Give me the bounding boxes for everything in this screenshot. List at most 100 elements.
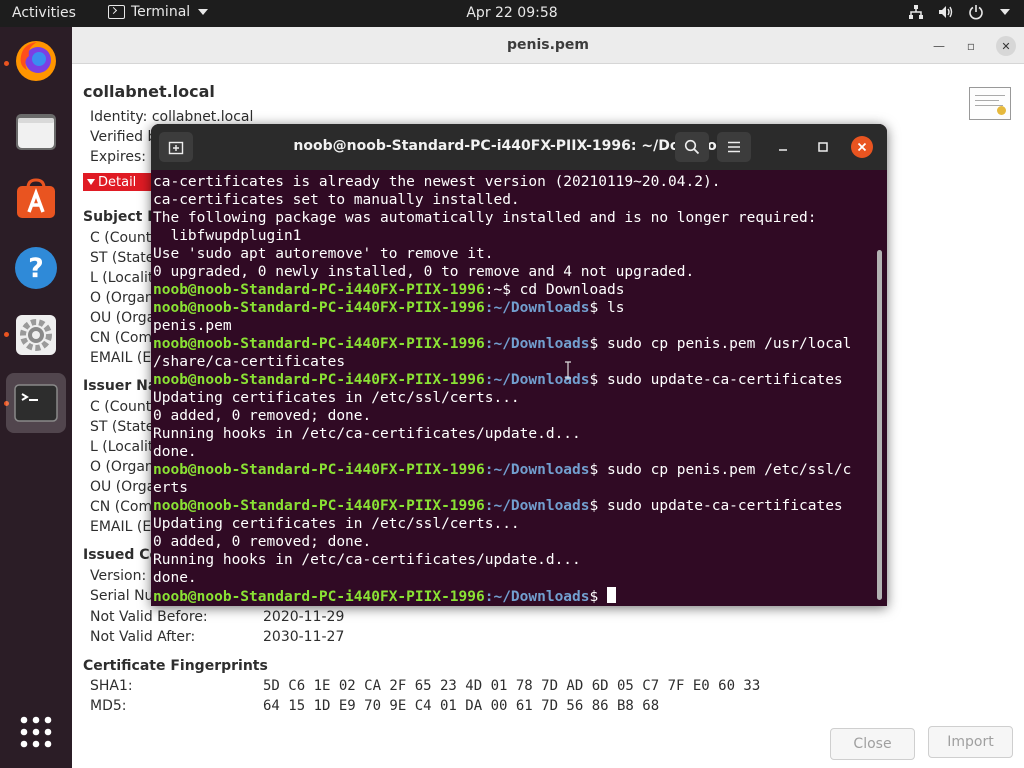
activities-button[interactable]: Activities bbox=[12, 5, 76, 21]
maximize-icon bbox=[818, 142, 828, 152]
scrollbar[interactable] bbox=[877, 250, 882, 600]
dock: ? bbox=[0, 27, 72, 768]
dock-files[interactable] bbox=[6, 101, 66, 161]
terminal-line: noob@noob-Standard-PC-i440FX-PIIX-1996:~… bbox=[153, 497, 875, 515]
subject-name-heading: Subject N bbox=[83, 209, 159, 225]
verified-by-label: Verified b bbox=[90, 129, 157, 145]
prompt-path: :~/Downloads bbox=[484, 336, 590, 352]
fingerprints-heading: Certificate Fingerprints bbox=[83, 658, 268, 674]
terminal-line: 0 upgraded, 0 newly installed, 0 to remo… bbox=[153, 264, 695, 280]
app-menu-label: Terminal bbox=[131, 4, 191, 20]
system-tray[interactable] bbox=[908, 4, 1010, 20]
prompt-user-host: noob@noob-Standard-PC-i440FX-PIIX-1996 bbox=[153, 282, 485, 298]
dock-terminal[interactable] bbox=[6, 373, 66, 433]
menu-button[interactable] bbox=[717, 132, 751, 162]
maximize-button[interactable] bbox=[806, 132, 840, 162]
command-text: sudo cp penis.pem /usr/local bbox=[598, 336, 852, 352]
new-tab-icon bbox=[168, 141, 184, 155]
close-icon bbox=[857, 142, 867, 152]
close-button[interactable] bbox=[851, 136, 873, 158]
window-title: penis.pem bbox=[506, 37, 590, 53]
chevron-down-icon[interactable] bbox=[1000, 9, 1010, 15]
terminal-line: ca-certificates set to manually installe… bbox=[153, 192, 520, 208]
prompt-user-host: noob@noob-Standard-PC-i440FX-PIIX-1996 bbox=[153, 336, 485, 352]
terminal-line: libfwupdplugin1 bbox=[153, 228, 302, 244]
terminal-output[interactable]: ca-certificates is already the newest ve… bbox=[153, 173, 875, 603]
sha1-label: SHA1: bbox=[90, 678, 133, 694]
md5-label: MD5: bbox=[90, 698, 127, 714]
show-apps-button[interactable] bbox=[6, 702, 66, 762]
triangle-down-icon bbox=[87, 179, 95, 185]
certificate-name: collabnet.local bbox=[83, 82, 215, 101]
terminal-line: 0 added, 0 removed; done. bbox=[153, 408, 372, 424]
terminal-window[interactable]: noob@noob-Standard-PC-i440FX-PIIX-1996: … bbox=[151, 124, 887, 606]
prompt-path: :~/Downloads bbox=[484, 300, 590, 316]
help-icon: ? bbox=[15, 247, 57, 289]
terminal-line: noob@noob-Standard-PC-i440FX-PIIX-1996:~… bbox=[153, 299, 875, 317]
minimize-button[interactable]: — bbox=[929, 36, 949, 56]
text-cursor-icon bbox=[565, 361, 571, 379]
subject-field: L (Localit bbox=[90, 270, 154, 286]
import-button[interactable]: Import bbox=[928, 726, 1013, 758]
prompt-user-host: noob@noob-Standard-PC-i440FX-PIIX-1996 bbox=[153, 462, 485, 478]
search-button[interactable] bbox=[675, 132, 709, 162]
dock-settings[interactable] bbox=[6, 305, 66, 365]
prompt-path: :~/Downloads bbox=[484, 462, 590, 478]
details-expander[interactable]: Detail bbox=[83, 173, 153, 191]
close-window-button[interactable]: ✕ bbox=[996, 36, 1016, 56]
prompt-symbol: $ bbox=[589, 300, 599, 316]
software-store-icon bbox=[17, 178, 55, 218]
terminal-line: ca-certificates is already the newest ve… bbox=[153, 174, 721, 190]
chevron-down-icon bbox=[198, 9, 209, 15]
subject-field: O (Organi bbox=[90, 290, 158, 306]
subject-field: C (Countr bbox=[90, 230, 158, 246]
issuer-name-heading: Issuer Na bbox=[83, 378, 158, 394]
terminal-line: Updating certificates in /etc/ssl/certs.… bbox=[153, 390, 520, 406]
dock-software[interactable] bbox=[6, 169, 66, 229]
prompt-symbol: $ bbox=[589, 372, 599, 388]
issued-certificate-heading: Issued Ce bbox=[83, 547, 160, 563]
certificate-icon bbox=[969, 87, 1011, 120]
terminal-line: The following package was automatically … bbox=[153, 210, 817, 226]
minimize-button[interactable] bbox=[766, 132, 800, 162]
volume-icon[interactable] bbox=[938, 4, 954, 20]
terminal-line: Updating certificates in /etc/ssl/certs.… bbox=[153, 516, 520, 532]
terminal-line: noob@noob-Standard-PC-i440FX-PIIX-1996:~… bbox=[153, 461, 875, 479]
app-menu-terminal[interactable]: Terminal bbox=[108, 4, 209, 20]
terminal-titlebar[interactable]: noob@noob-Standard-PC-i440FX-PIIX-1996: … bbox=[151, 124, 887, 170]
maximize-button[interactable]: ▫ bbox=[961, 36, 981, 56]
app-grid-icon bbox=[20, 716, 52, 748]
dock-firefox[interactable] bbox=[6, 31, 66, 91]
power-icon[interactable] bbox=[968, 4, 984, 20]
prompt-symbol: $ bbox=[589, 589, 599, 603]
prompt-user-host: noob@noob-Standard-PC-i440FX-PIIX-1996 bbox=[153, 589, 485, 603]
new-tab-button[interactable] bbox=[159, 132, 193, 162]
network-icon[interactable] bbox=[908, 4, 924, 20]
identity-label: Identity: bbox=[90, 109, 148, 125]
terminal-line: /share/ca-certificates bbox=[153, 354, 346, 370]
close-button[interactable]: Close bbox=[830, 728, 915, 760]
issuer-field: L (Localit bbox=[90, 439, 154, 455]
prompt-user-host: noob@noob-Standard-PC-i440FX-PIIX-1996 bbox=[153, 300, 485, 316]
md5-value: 64 15 1D E9 70 9E C4 01 DA 00 61 7D 56 8… bbox=[263, 698, 660, 714]
not-valid-after-value: 2030-11-27 bbox=[263, 629, 345, 645]
not-valid-before-value: 2020-11-29 bbox=[263, 609, 345, 625]
terminal-line: done. bbox=[153, 570, 197, 586]
prompt-path: :~/Downloads bbox=[484, 589, 590, 603]
issuer-field: EMAIL (E bbox=[90, 519, 152, 535]
not-valid-after-label: Not Valid After: bbox=[90, 629, 196, 645]
prompt-path: :~$ bbox=[484, 282, 511, 298]
prompt-user-host: noob@noob-Standard-PC-i440FX-PIIX-1996 bbox=[153, 498, 485, 514]
terminal-line: penis.pem bbox=[153, 318, 232, 334]
terminal-icon bbox=[14, 384, 58, 422]
command-text: sudo update-ca-certificates bbox=[598, 372, 843, 388]
prompt-user-host: noob@noob-Standard-PC-i440FX-PIIX-1996 bbox=[153, 372, 485, 388]
identity-row: Identity: collabnet.local bbox=[90, 109, 253, 125]
top-bar: Activities Terminal Apr 22 09:58 bbox=[0, 0, 1024, 27]
dock-help[interactable]: ? bbox=[6, 238, 66, 298]
terminal-line: Running hooks in /etc/ca-certificates/up… bbox=[153, 426, 581, 442]
hamburger-menu-icon bbox=[728, 141, 740, 153]
issuer-field: C (Countr bbox=[90, 399, 158, 415]
version-label: Version: bbox=[90, 568, 147, 584]
window-titlebar[interactable]: penis.pem — ▫ ✕ bbox=[72, 27, 1024, 64]
